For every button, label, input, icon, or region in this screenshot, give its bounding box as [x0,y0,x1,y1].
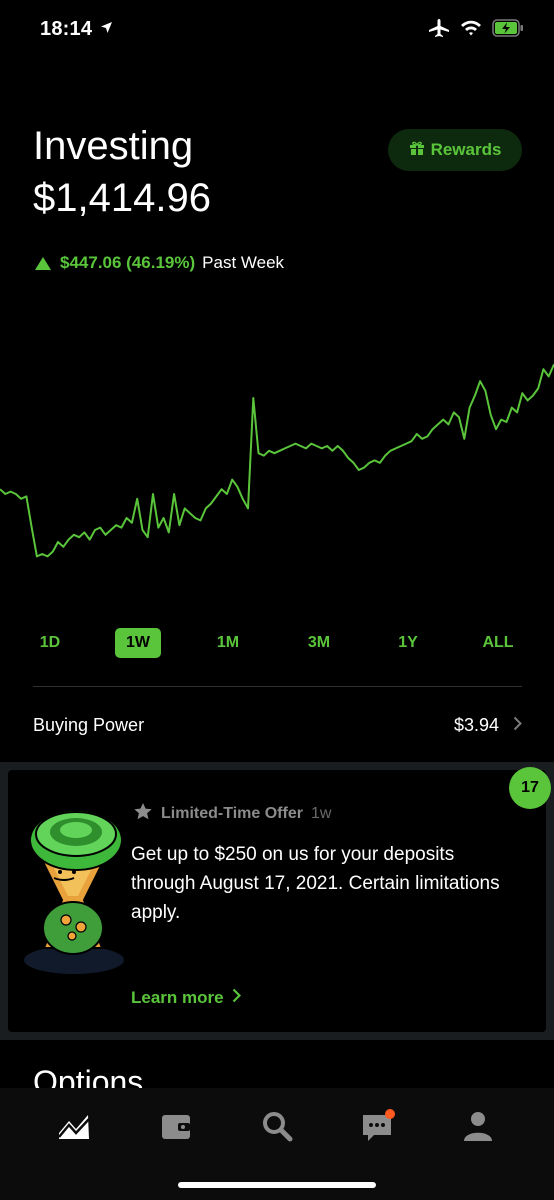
cash-tab[interactable] [156,1106,196,1146]
change-amount: $447.06 (46.19%) [60,253,196,272]
range-1y[interactable]: 1Y [383,628,433,658]
messages-icon [363,1109,395,1141]
star-icon [133,802,153,826]
account-tab[interactable] [458,1106,498,1146]
offer-body: Get up to $250 on us for your deposits t… [131,844,500,923]
battery-charging-icon [492,19,524,42]
change-period: Past Week [202,253,285,272]
range-1m[interactable]: 1M [203,628,253,658]
buying-power-value: $3.94 [453,714,499,735]
home-indicator [178,1182,376,1188]
chart-icon [58,1115,90,1139]
wifi-icon [460,19,482,42]
divider [33,686,522,687]
time-range-selector: 1D 1W 1M 3M 1Y ALL [0,628,554,660]
performance-change: $447.06 (46.19%) Past Week [35,253,284,273]
portfolio-balance: $1,414.96 [33,176,211,220]
search-icon [263,1112,293,1142]
person-icon [464,1112,492,1141]
chevron-right-icon [513,715,522,736]
search-tab[interactable] [257,1106,297,1146]
status-bar: 18:14 [0,0,554,60]
learn-more-link[interactable]: Learn more [131,988,241,1008]
buying-power-label: Buying Power [33,714,145,735]
hourglass-illustration-icon [24,809,124,974]
gift-icon [409,140,425,161]
messages-tab[interactable] [358,1106,398,1146]
status-icons [428,18,524,43]
rewards-label: Rewards [430,140,502,159]
wallet-icon [162,1115,190,1139]
offer-title: Limited-Time Offer [161,805,303,822]
portfolio-chart[interactable] [0,340,554,600]
airplane-mode-icon [428,18,450,43]
offer-header: Limited-Time Offer 1w [133,802,331,826]
chevron-right-icon [232,988,241,1008]
up-arrow-icon [35,256,51,270]
offer-age: 1w [310,805,332,822]
range-all[interactable]: ALL [473,628,523,658]
range-1w[interactable]: 1W [115,628,161,658]
portfolio-tab[interactable] [54,1106,94,1146]
notification-count-badge: 17 [509,767,551,809]
learn-more-label: Learn more [131,988,224,1007]
range-1d[interactable]: 1D [25,628,75,658]
rewards-button[interactable]: Rewards [388,129,522,171]
buying-power-row[interactable]: Buying Power $3.94 [33,702,522,748]
range-3m[interactable]: 3M [294,628,344,658]
location-arrow-icon [100,21,113,39]
status-time: 18:14 [40,18,93,40]
page-title: Investing [33,124,194,168]
portfolio-line [0,363,554,558]
